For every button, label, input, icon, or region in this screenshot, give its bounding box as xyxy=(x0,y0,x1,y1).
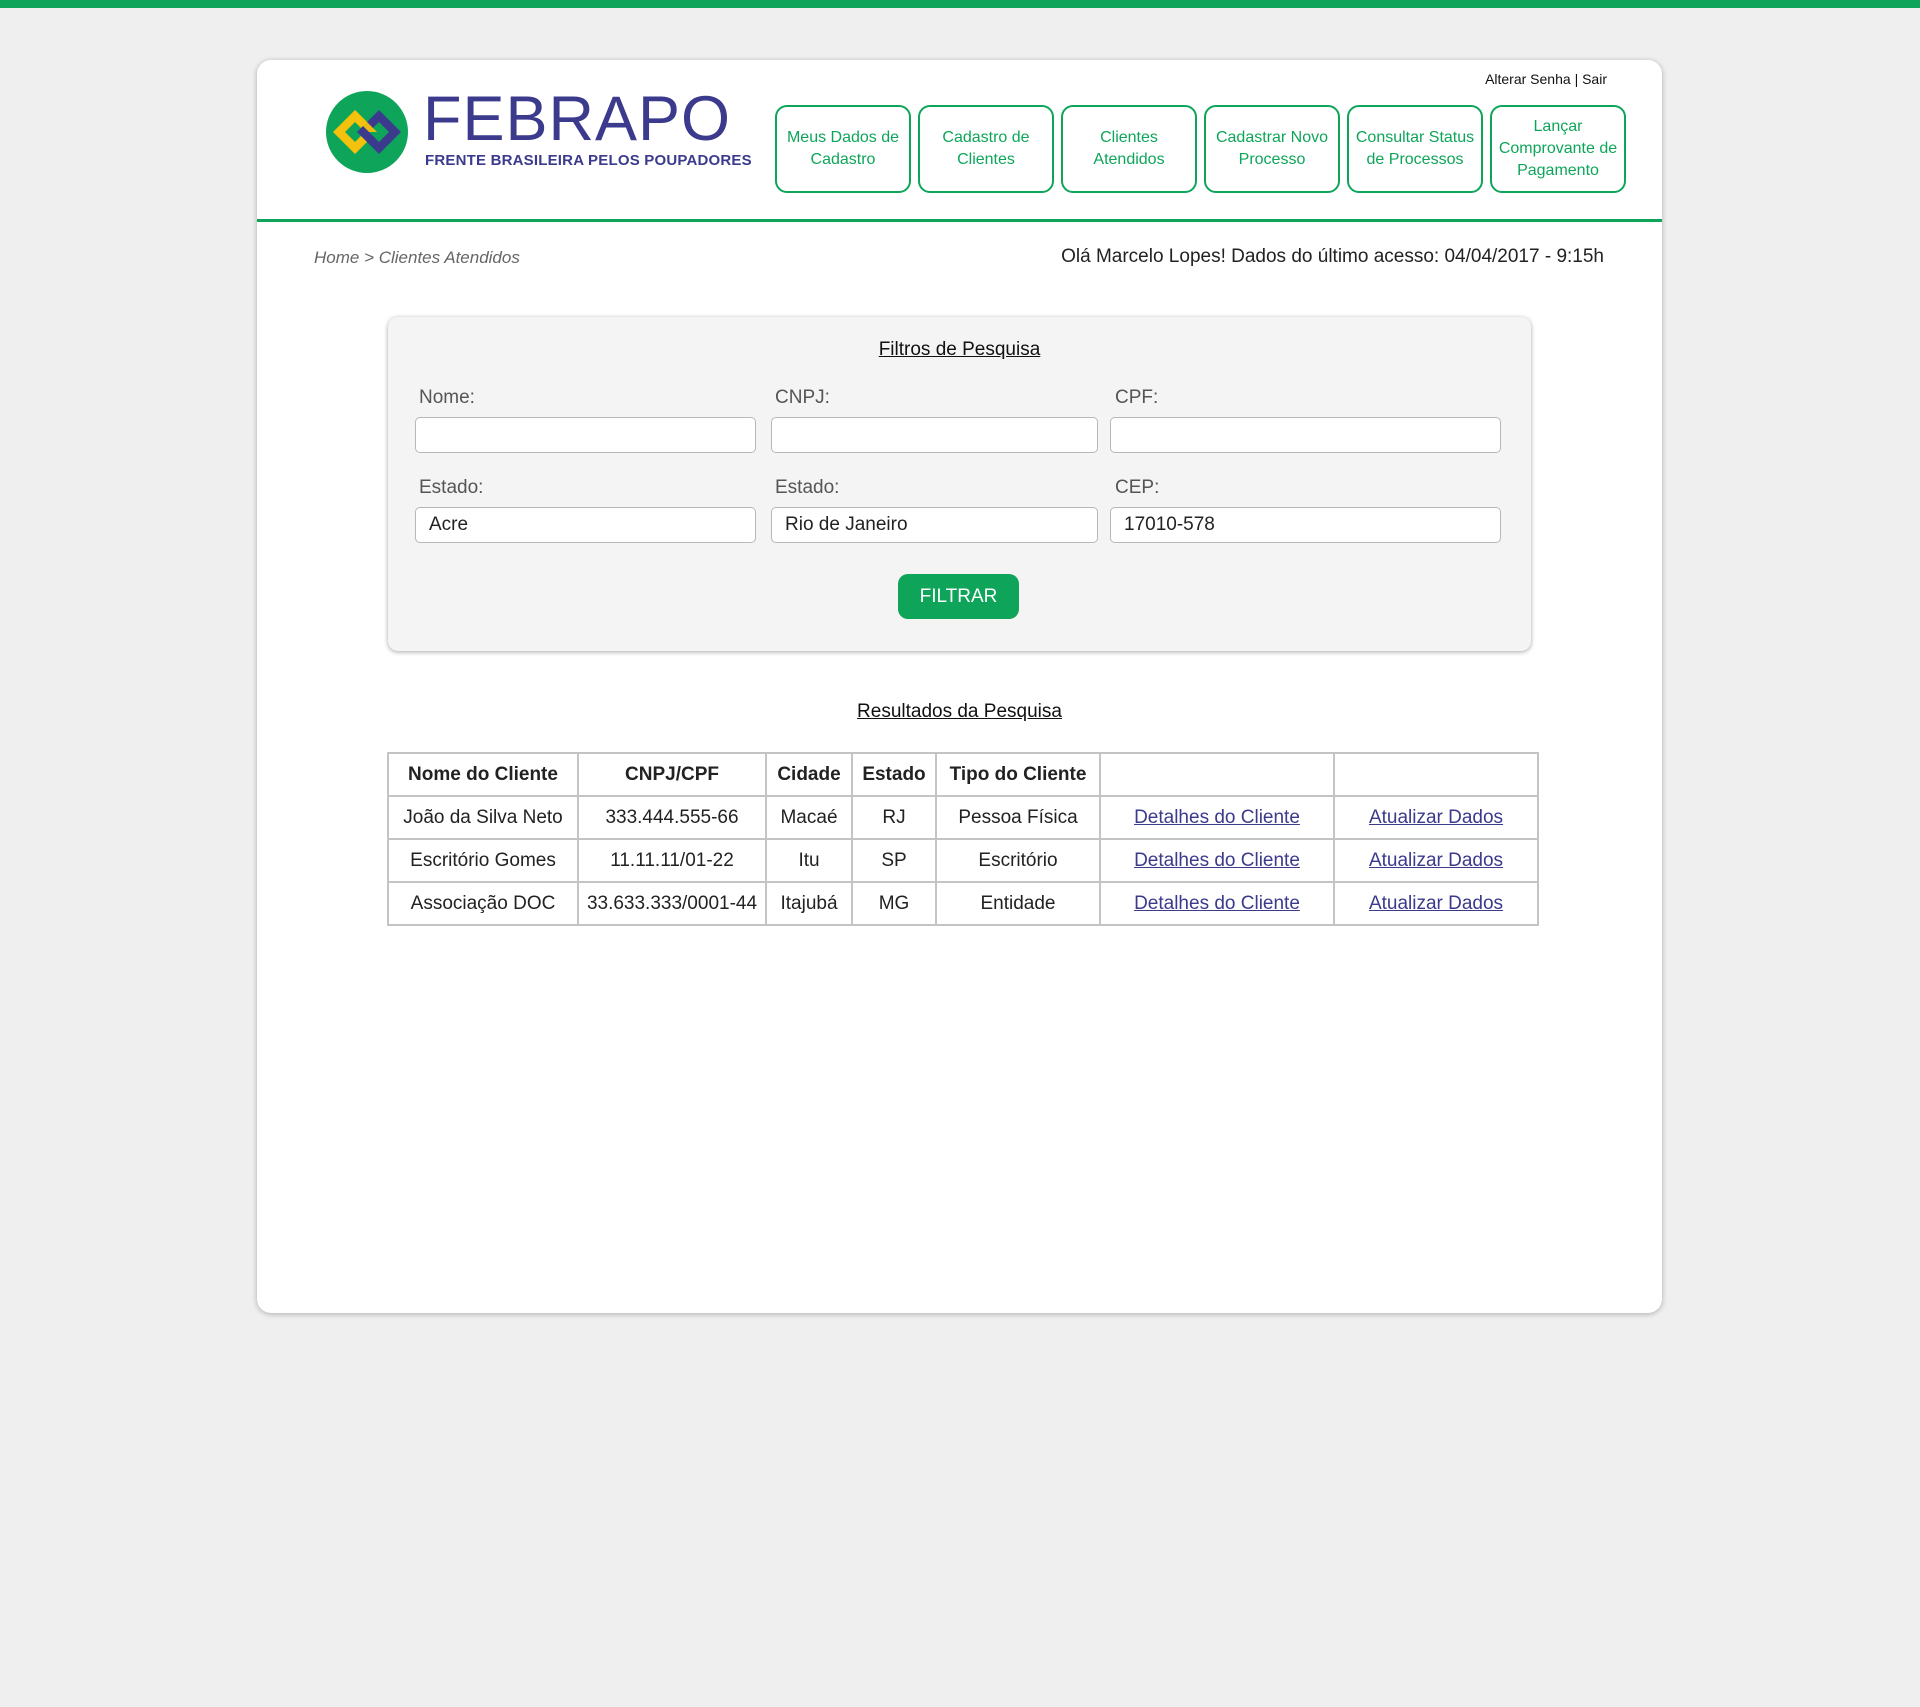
client-details-link[interactable]: Detalhes do Cliente xyxy=(1134,893,1300,914)
cell-state: SP xyxy=(851,838,937,883)
table-row: Escritório Gomes 11.11.11/01-22 Itu SP E… xyxy=(387,838,1539,883)
febrapo-logo[interactable]: FEBRAPO FRENTE BRASILEIRA PELOS POUPADOR… xyxy=(325,84,752,174)
update-data-link[interactable]: Atualizar Dados xyxy=(1369,850,1503,871)
nav-meus-dados-button[interactable]: Meus Dados de Cadastro xyxy=(775,105,911,193)
logo-title: FEBRAPO xyxy=(423,84,732,154)
estado-label-2: Estado: xyxy=(775,477,840,498)
cell-city: Itajubá xyxy=(765,881,853,926)
account-links: Alterar Senha | Sair xyxy=(1485,71,1607,87)
cell-city: Itu xyxy=(765,838,853,883)
nav-cadastro-clientes-button[interactable]: Cadastro de Clientes xyxy=(918,105,1054,193)
top-accent-bar xyxy=(0,0,1920,8)
nav-consultar-status-button[interactable]: Consultar Status de Processos xyxy=(1347,105,1483,193)
cell-document: 33.633.333/0001-44 xyxy=(577,881,767,926)
cell-details: Detalhes do Cliente xyxy=(1099,795,1335,840)
search-filters-panel: Filtros de Pesquisa Nome: CNPJ: CPF: Est… xyxy=(388,317,1531,651)
update-data-link[interactable]: Atualizar Dados xyxy=(1369,807,1503,828)
column-header-details xyxy=(1099,752,1335,797)
cell-client-type: Escritório xyxy=(935,838,1101,883)
logo-subtitle: FRENTE BRASILEIRA PELOS POUPADORES xyxy=(425,152,752,169)
cell-state: RJ xyxy=(851,795,937,840)
change-password-link[interactable]: Alterar Senha xyxy=(1485,71,1571,87)
cep-label: CEP: xyxy=(1115,477,1160,498)
cell-client-type: Entidade xyxy=(935,881,1101,926)
column-header-name: Nome do Cliente xyxy=(387,752,579,797)
results-title: Resultados da Pesquisa xyxy=(857,701,1062,722)
column-header-city: Cidade xyxy=(765,752,853,797)
welcome-message: Olá Marcelo Lopes! Dados do último acess… xyxy=(1061,246,1604,267)
link-separator: | xyxy=(1574,71,1579,87)
table-header-row: Nome do Cliente CNPJ/CPF Cidade Estado T… xyxy=(387,752,1539,797)
column-header-doc: CNPJ/CPF xyxy=(577,752,767,797)
cell-document: 11.11.11/01-22 xyxy=(577,838,767,883)
results-title-wrap: Resultados da Pesquisa xyxy=(257,701,1662,723)
cell-client-name: Associação DOC xyxy=(387,881,579,926)
column-header-state: Estado xyxy=(851,752,937,797)
cell-details: Detalhes do Cliente xyxy=(1099,881,1335,926)
estado-input-2[interactable] xyxy=(771,507,1098,543)
filter-button[interactable]: FILTRAR xyxy=(898,574,1019,619)
column-header-type: Tipo do Cliente xyxy=(935,752,1101,797)
nav-clientes-atendidos-button[interactable]: Clientes Atendidos xyxy=(1061,105,1197,193)
main-card: FEBRAPO FRENTE BRASILEIRA PELOS POUPADOR… xyxy=(257,60,1662,1313)
febrapo-logo-icon xyxy=(326,91,408,173)
cell-client-name: Escritório Gomes xyxy=(387,838,579,883)
column-header-update xyxy=(1333,752,1539,797)
update-data-link[interactable]: Atualizar Dados xyxy=(1369,893,1503,914)
cpf-label: CPF: xyxy=(1115,387,1159,408)
filters-title: Filtros de Pesquisa xyxy=(878,339,1041,360)
cell-update: Atualizar Dados xyxy=(1333,838,1539,883)
client-details-link[interactable]: Detalhes do Cliente xyxy=(1134,807,1300,828)
cnpj-label: CNPJ: xyxy=(775,387,830,408)
cell-state: MG xyxy=(851,881,937,926)
cell-city: Macaé xyxy=(765,795,853,840)
table-row: João da Silva Neto 333.444.555-66 Macaé … xyxy=(387,795,1539,840)
logout-link[interactable]: Sair xyxy=(1582,71,1607,87)
name-label: Nome: xyxy=(419,387,475,408)
cell-update: Atualizar Dados xyxy=(1333,795,1539,840)
header-divider xyxy=(257,219,1662,222)
cell-details: Detalhes do Cliente xyxy=(1099,838,1335,883)
estado-input-1[interactable] xyxy=(415,507,756,543)
name-input[interactable] xyxy=(415,417,756,453)
cell-update: Atualizar Dados xyxy=(1333,881,1539,926)
cell-document: 333.444.555-66 xyxy=(577,795,767,840)
cnpj-input[interactable] xyxy=(771,417,1098,453)
nav-novo-processo-button[interactable]: Cadastrar Novo Processo xyxy=(1204,105,1340,193)
nav-lancar-comprovante-button[interactable]: Lançar Comprovante de Pagamento xyxy=(1490,105,1626,193)
cpf-input[interactable] xyxy=(1110,417,1501,453)
client-details-link[interactable]: Detalhes do Cliente xyxy=(1134,850,1300,871)
estado-label-1: Estado: xyxy=(419,477,484,498)
cell-client-name: João da Silva Neto xyxy=(387,795,579,840)
breadcrumb[interactable]: Home > Clientes Atendidos xyxy=(314,248,520,268)
table-row: Associação DOC 33.633.333/0001-44 Itajub… xyxy=(387,881,1539,926)
cell-client-type: Pessoa Física xyxy=(935,795,1101,840)
filters-title-wrap: Filtros de Pesquisa xyxy=(388,339,1531,361)
cep-input[interactable] xyxy=(1110,507,1501,543)
results-table: Nome do Cliente CNPJ/CPF Cidade Estado T… xyxy=(387,752,1539,926)
